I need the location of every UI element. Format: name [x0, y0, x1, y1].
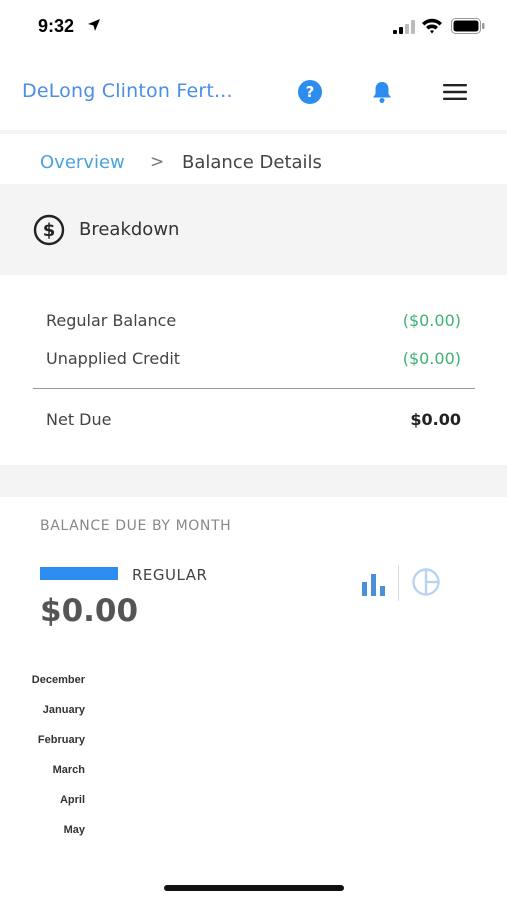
month-label-march: March — [53, 764, 86, 776]
bar-chart-view-icon[interactable] — [361, 570, 391, 598]
pie-chart-view-icon[interactable] — [408, 567, 444, 597]
hamburger-menu-icon[interactable] — [443, 83, 467, 101]
breadcrumb: Overview > Balance Details — [0, 134, 507, 184]
unapplied-credit-label: Unapplied Credit — [46, 349, 181, 368]
app-header: DeLong Clinton Fert... ? — [0, 54, 507, 130]
breakdown-card: Regular Balance ($0.00) Unapplied Credit… — [0, 275, 507, 465]
location-arrow-icon — [88, 19, 100, 31]
svg-text:$: $ — [43, 220, 56, 241]
breadcrumb-overview-link[interactable]: Overview — [40, 152, 125, 173]
regular-balance-label: Regular Balance — [46, 311, 177, 330]
regular-balance-value: ($0.00) — [402, 311, 461, 330]
status-bar: 9:32 — [0, 0, 507, 54]
help-icon[interactable]: ? — [298, 80, 322, 104]
breadcrumb-current: Balance Details — [182, 152, 322, 173]
month-label-february: February — [38, 734, 86, 746]
view-toggle-divider — [398, 565, 399, 601]
net-due-label: Net Due — [46, 410, 112, 429]
chart-title: BALANCE DUE BY MONTH — [40, 518, 232, 534]
month-label-january: January — [43, 704, 86, 716]
legend-label-regular: REGULAR — [132, 566, 208, 584]
month-label-december: December — [32, 674, 86, 686]
net-due-value: $0.00 — [410, 410, 461, 429]
breakdown-title: Breakdown — [79, 219, 180, 240]
wifi-icon — [422, 18, 442, 34]
balance-bar-chart: December January February March April May — [32, 674, 86, 836]
cellular-signal-icon — [393, 20, 415, 34]
month-label-april: April — [60, 794, 85, 806]
battery-icon — [451, 18, 485, 34]
unapplied-credit-value: ($0.00) — [402, 349, 461, 368]
legend-swatch-regular — [40, 567, 118, 580]
dollar-circle-icon: $ — [33, 214, 65, 246]
breakdown-header: $ Breakdown — [0, 190, 507, 270]
balance-by-month-card: BALANCE DUE BY MONTH REGULAR $0.00 Decem… — [0, 497, 507, 900]
breadcrumb-chevron-icon: > — [150, 152, 165, 172]
status-time: 9:32 — [38, 16, 75, 36]
notification-bell-icon[interactable] — [371, 80, 393, 104]
chart-total-amount: $0.00 — [40, 593, 139, 629]
practice-name-title[interactable]: DeLong Clinton Fert... — [22, 80, 233, 102]
month-label-may: May — [64, 824, 86, 836]
home-indicator — [164, 885, 344, 891]
breakdown-divider — [33, 388, 475, 389]
